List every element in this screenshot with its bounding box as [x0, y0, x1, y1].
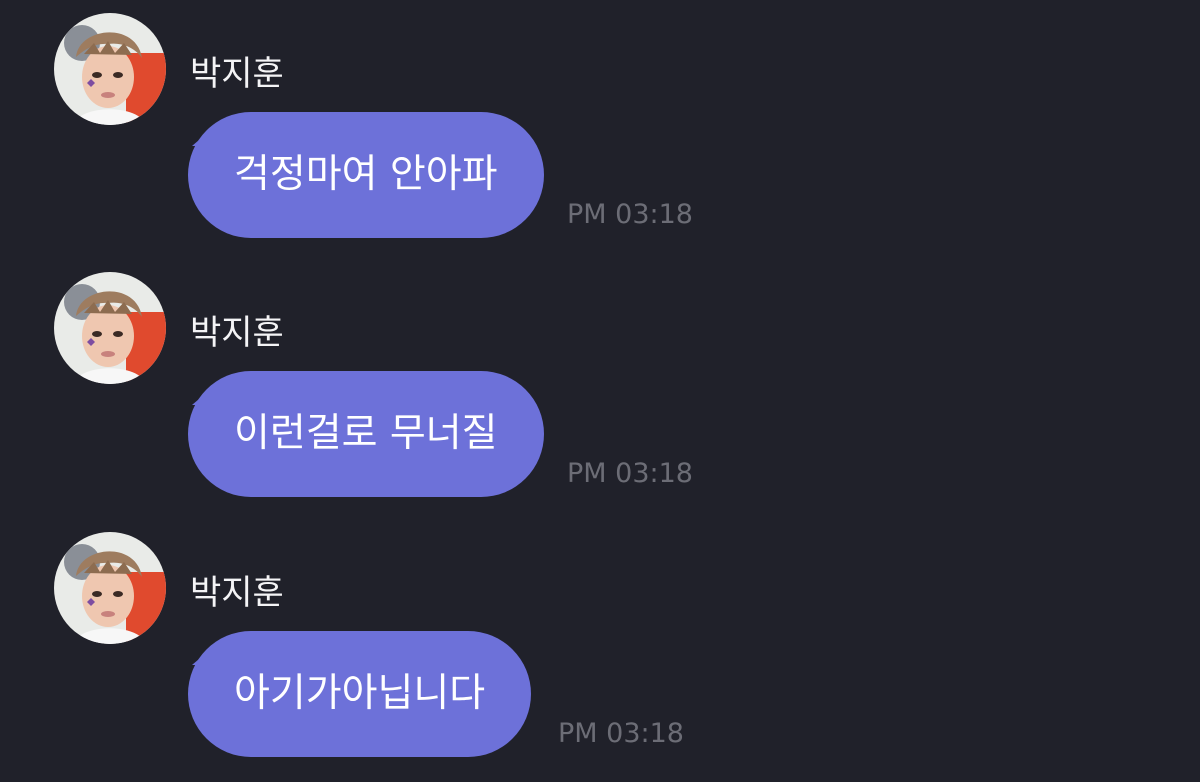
chat-message: 박지훈 걱정마여 안아파 PM 03:18 [0, 0, 1200, 260]
avatar[interactable] [54, 272, 166, 384]
chat-message: 박지훈 아기가아닙니다 PM 03:18 [0, 519, 1200, 779]
message-timestamp: PM 03:18 [567, 199, 693, 230]
avatar-photo-icon [54, 272, 166, 384]
avatar-photo-icon [54, 13, 166, 125]
sender-name: 박지훈 [190, 54, 284, 94]
message-bubble[interactable]: 아기가아닙니다 [188, 631, 532, 757]
chat-message: 박지훈 이런걸로 무너질 PM 03:18 [0, 259, 1200, 519]
message-timestamp: PM 03:18 [567, 458, 693, 489]
avatar[interactable] [54, 532, 166, 644]
sender-name: 박지훈 [190, 313, 284, 353]
avatar[interactable] [54, 13, 166, 125]
message-timestamp: PM 03:18 [558, 718, 684, 749]
message-bubble[interactable]: 이런걸로 무너질 [188, 371, 544, 497]
sender-name: 박지훈 [190, 573, 284, 613]
chat-thread: 박지훈 걱정마여 안아파 PM 03:18 박지훈 이런걸로 무너질 PM 03 [0, 0, 1200, 782]
avatar-photo-icon [54, 532, 166, 644]
message-bubble[interactable]: 걱정마여 안아파 [188, 112, 544, 238]
